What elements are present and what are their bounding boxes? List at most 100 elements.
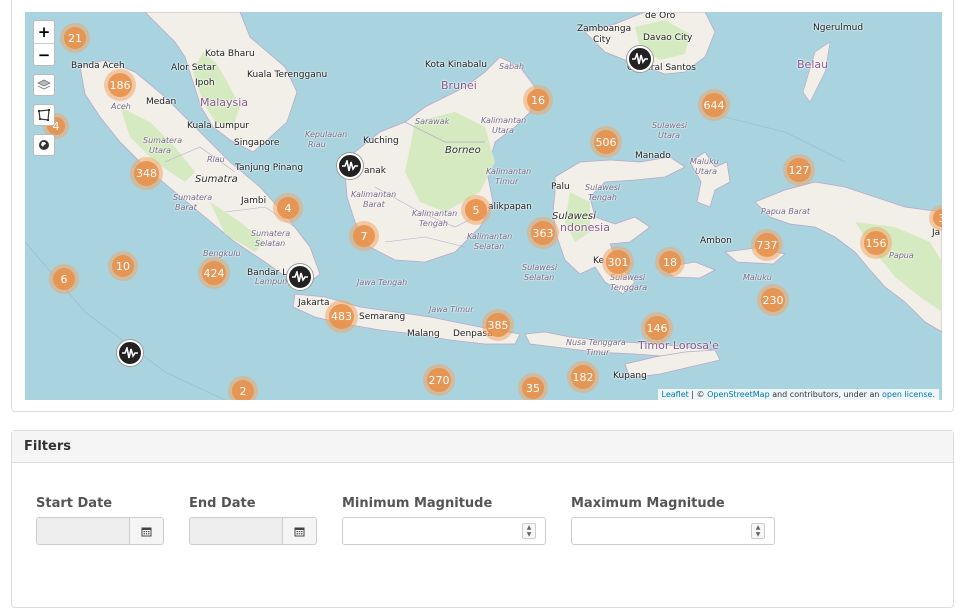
label-sumatera-selatan-1: Sumatera: [251, 229, 291, 238]
cluster-marker[interactable]: 424: [198, 257, 230, 289]
cluster-marker[interactable]: 2: [228, 376, 258, 400]
start-date-input[interactable]: [36, 517, 130, 545]
label-malaysia: Malaysia: [200, 96, 249, 109]
max-magnitude-field: Maximum Magnitude ▲ ▼: [571, 496, 775, 545]
earthquake-marker[interactable]: [627, 46, 653, 72]
start-date-picker-button[interactable]: [130, 517, 164, 545]
label-jawa-timur: Jawa Timur: [429, 305, 474, 314]
cluster-marker[interactable]: 230: [757, 284, 789, 316]
cluster-marker[interactable]: 35: [518, 373, 548, 400]
draw-polygon-button[interactable]: [33, 104, 55, 126]
label-kalimantan-selatan-1: Kalimantan: [467, 232, 513, 241]
map-panel: Zamboanga City de Oro Davao City General…: [11, 0, 954, 412]
label-sulawesi-selatan-1: Sulawesi: [522, 263, 558, 272]
cluster-marker[interactable]: 270: [423, 364, 455, 396]
label-zamboanga-city: City: [593, 35, 611, 45]
spin-down-icon: ▼: [526, 531, 532, 538]
end-date-label: End Date: [189, 496, 256, 511]
cluster-count: 6: [53, 268, 75, 290]
min-magnitude-label: Minimum Magnitude: [342, 496, 493, 511]
cluster-count: 363: [531, 221, 555, 245]
cluster-count: 483: [329, 304, 354, 329]
zoom-in-button[interactable]: +: [34, 21, 54, 43]
label-papua: Papua: [889, 251, 914, 260]
seismograph-icon: [342, 160, 358, 172]
cluster-count: 156: [864, 231, 888, 255]
cluster-marker[interactable]: 644: [698, 89, 730, 121]
label-brunei: Brunei: [441, 79, 477, 92]
label-sulawesi-utara-2: Utara: [658, 131, 681, 140]
cluster-marker[interactable]: 5: [461, 195, 491, 225]
max-magnitude-label: Maximum Magnitude: [571, 496, 725, 511]
cluster-marker[interactable]: 16: [523, 85, 553, 115]
cluster-marker[interactable]: 6: [49, 264, 79, 294]
end-date-picker-button[interactable]: [283, 517, 317, 545]
label-sumatra: Sumatra: [195, 174, 238, 185]
attribution-end: .: [932, 390, 935, 399]
cluster-marker[interactable]: 182: [567, 361, 599, 393]
cluster-marker[interactable]: 10: [108, 251, 138, 281]
label-kalimantan-utara-2: Utara: [492, 126, 515, 135]
cluster-marker[interactable]: 737: [751, 229, 783, 261]
cluster-marker[interactable]: 156: [860, 227, 892, 259]
calendar-icon: [141, 527, 152, 536]
cluster-count: 737: [755, 233, 779, 257]
cluster-count: 146: [645, 316, 669, 340]
cluster-count: 348: [134, 161, 159, 186]
cluster-marker[interactable]: 4: [273, 193, 303, 223]
end-date-input[interactable]: [189, 517, 283, 545]
earthquake-marker[interactable]: [117, 340, 143, 366]
cluster-marker[interactable]: 186: [104, 69, 136, 101]
min-magnitude-field: Minimum Magnitude ▲ ▼: [342, 496, 546, 545]
open-license-link[interactable]: open license: [882, 390, 932, 399]
cluster-marker[interactable]: 363: [527, 217, 559, 249]
min-magnitude-input[interactable]: ▲ ▼: [342, 517, 546, 545]
attribution-separator: | ©: [688, 390, 708, 399]
leaflet-link[interactable]: Leaflet: [662, 390, 689, 399]
cluster-marker[interactable]: 483: [325, 300, 358, 333]
cluster-marker[interactable]: 146: [641, 312, 673, 344]
earthquake-marker[interactable]: [287, 264, 313, 290]
label-kalimantan-timur-2: Timur: [495, 177, 519, 186]
openstreetmap-link[interactable]: OpenStreetMap: [707, 390, 770, 399]
label-nusa-tenggara-timur-1: Nusa Tenggara: [566, 338, 626, 347]
label-belau: Belau: [797, 58, 829, 71]
label-nusa-tenggara-timur-2: Timur: [586, 348, 610, 357]
min-magnitude-spinner[interactable]: ▲ ▼: [522, 523, 536, 539]
cluster-count: 3: [933, 209, 942, 227]
label-jakarta: Jakarta: [298, 298, 330, 308]
cluster-count: 2: [232, 380, 254, 400]
start-date-field: Start Date: [36, 496, 164, 545]
cluster-marker[interactable]: 127: [783, 154, 815, 186]
label-alor-setar: Alor Setar: [171, 63, 216, 73]
cluster-marker[interactable]: 18: [655, 247, 685, 277]
label-kalimantan-utara-1: Kalimantan: [481, 116, 527, 125]
globe-button[interactable]: [33, 134, 55, 156]
label-kota-kinabalu: Kota Kinabalu: [425, 60, 487, 70]
label-maluku-utara-2: Utara: [695, 167, 718, 176]
cluster-count: 186: [108, 73, 132, 97]
cluster-marker[interactable]: 348: [130, 157, 163, 190]
max-magnitude-spinner[interactable]: ▲ ▼: [751, 523, 765, 539]
earthquake-marker[interactable]: [337, 153, 363, 179]
cluster-marker[interactable]: 7: [349, 221, 379, 251]
layers-button[interactable]: [33, 74, 55, 96]
globe-icon: [39, 140, 49, 150]
cluster-count: 18: [659, 251, 681, 273]
label-kalimantan-timur-1: Kalimantan: [486, 167, 532, 176]
cluster-marker[interactable]: 506: [590, 126, 622, 158]
label-aceh: Aceh: [111, 102, 131, 111]
cluster-marker[interactable]: 301: [602, 246, 634, 278]
zoom-out-button[interactable]: −: [34, 43, 54, 65]
label-kalimantan-selatan-2: Selatan: [474, 242, 505, 251]
earthquake-map[interactable]: Zamboanga City de Oro Davao City General…: [25, 12, 942, 400]
cluster-marker[interactable]: 21: [60, 23, 90, 53]
max-magnitude-input[interactable]: ▲ ▼: [571, 517, 775, 545]
label-davao-city: Davao City: [643, 33, 693, 43]
attribution-text: and contributors, under an: [769, 390, 883, 399]
label-cagayan-de-oro: de Oro: [645, 12, 676, 21]
label-kepulauan-riau-2: Riau: [308, 140, 326, 149]
label-sumatera-barat-1: Sumatera: [173, 193, 213, 202]
label-kalimantan-barat-1: Kalimantan: [351, 190, 397, 199]
cluster-marker[interactable]: 385: [482, 309, 514, 341]
